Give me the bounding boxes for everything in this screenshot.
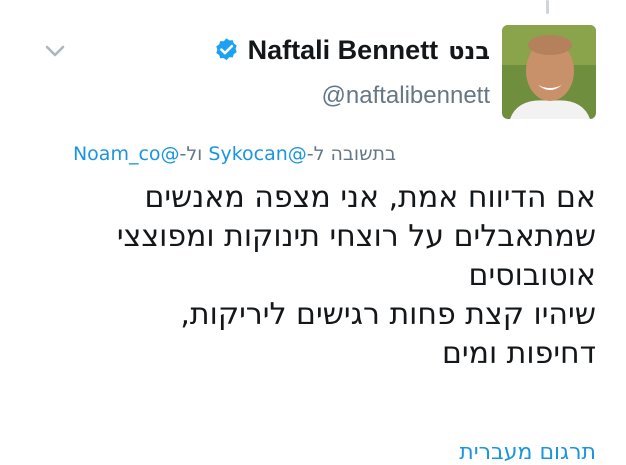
author-handle[interactable]: @naftalibennett <box>322 82 490 110</box>
reply-join: ול- <box>179 143 209 165</box>
author-name-row[interactable]: Naftali Bennett בנט <box>213 35 490 66</box>
reply-context: בתשובה ל-@Sykocan ול-@Noam_co <box>73 143 396 165</box>
translate-tweet-link[interactable]: תרגום מעברית <box>459 440 596 465</box>
mention-noam-co[interactable]: @Noam_co <box>73 143 180 165</box>
chevron-down-icon[interactable] <box>42 40 68 62</box>
tweet-text-line: שמתאבלים על רוצחי תינוקות ומפוצצי <box>116 219 596 254</box>
author-name-hebrew[interactable]: בנט <box>448 37 490 65</box>
tweet-text-line: שיהיו קצת פחות רגישים ליריקות, <box>180 297 596 332</box>
reply-prefix: בתשובה ל- <box>306 143 396 165</box>
avatar[interactable] <box>502 25 596 119</box>
tweet-text-line: דחיפות ומים <box>441 336 596 371</box>
tweet-text: אם הדיווח אמת, אני מצפה מאנשים שמתאבלים … <box>16 178 596 373</box>
verified-badge-icon <box>215 38 237 61</box>
author-name[interactable]: Naftali Bennett <box>248 35 439 66</box>
tweet-text-line: אם הדיווח אמת, אני מצפה מאנשים <box>144 180 596 215</box>
mention-sykocan[interactable]: @Sykocan <box>208 143 306 165</box>
thread-connector-line <box>546 0 549 14</box>
tweet-text-line: אוטובוסים <box>468 258 596 293</box>
